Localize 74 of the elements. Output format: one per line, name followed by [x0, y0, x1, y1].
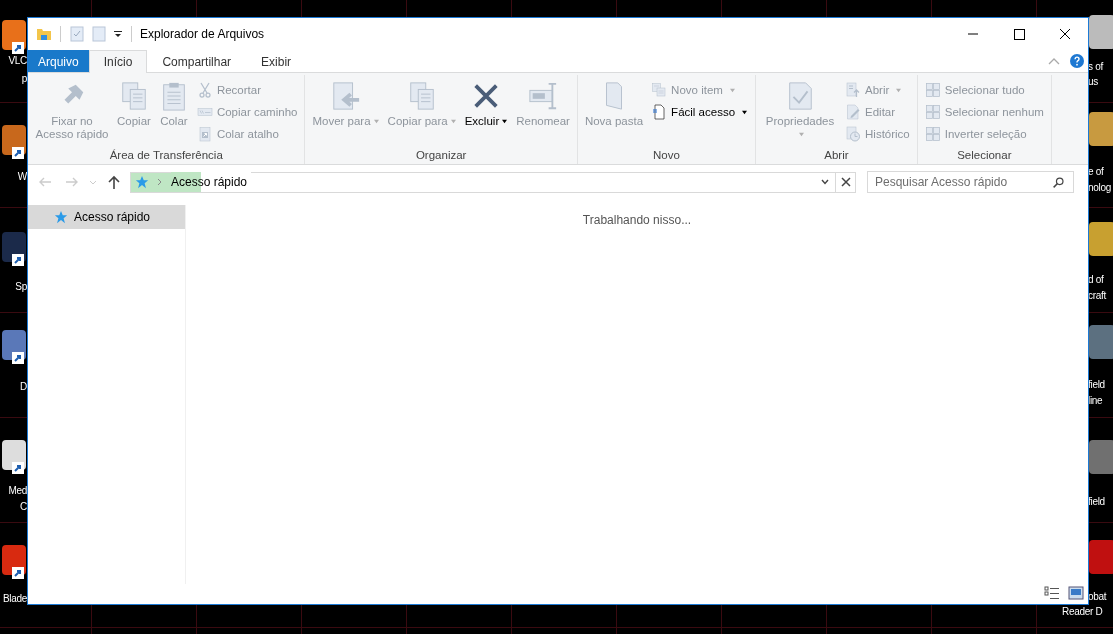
desktop-icon-label[interactable]: W: [17, 170, 27, 184]
ribbon-button[interactable]: Fácil acesso: [648, 101, 752, 123]
group-label: Abrir: [823, 149, 850, 163]
desktop-icon-label[interactable]: VLC: [8, 54, 27, 68]
address-field[interactable]: Acesso rápido: [130, 171, 836, 193]
ribbon-tab[interactable]: Compartilhar: [147, 50, 247, 72]
caret-icon: [797, 132, 805, 138]
desktop-icon-label[interactable]: D: [20, 380, 27, 394]
ribbon-tab[interactable]: Exibir: [246, 50, 307, 72]
desktop-icon-label[interactable]: us: [1088, 75, 1098, 89]
window-title: Explorador de Arquivos: [140, 27, 265, 41]
rename-icon: [528, 81, 559, 111]
checked-document-icon[interactable]: [69, 26, 85, 42]
desktop-icon-label[interactable]: line: [1088, 394, 1103, 408]
shortcut-app-icon[interactable]: [2, 20, 26, 54]
desktop-icon-label[interactable]: field: [1088, 378, 1105, 392]
caret-icon: [741, 109, 749, 115]
scissors-icon: [196, 82, 213, 98]
desktop-icon-label[interactable]: Sp: [15, 280, 27, 294]
status-message: Trabalhando nisso...: [582, 213, 692, 227]
desktop-icon-label[interactable]: Med: [8, 484, 27, 498]
document-icon: [651, 104, 668, 120]
desktop-icon-label[interactable]: C: [20, 500, 27, 514]
dropdown-icon[interactable]: [113, 29, 123, 39]
close-icon[interactable]: [835, 171, 856, 193]
desktop-icon-label[interactable]: p: [21, 72, 27, 86]
desktop-icon-label[interactable]: Blade: [2, 592, 27, 606]
collapse-ribbon-icon[interactable]: [1048, 57, 1060, 65]
group-label: Selecionar: [956, 149, 1013, 163]
folder-icon[interactable]: [36, 26, 52, 42]
caret-icon: [372, 119, 380, 125]
group-label: Área de Transferência: [108, 149, 224, 163]
desktop-icon-label[interactable]: field: [1088, 495, 1105, 509]
ribbon-tab[interactable]: Início: [88, 50, 148, 73]
caret-icon: [501, 119, 509, 125]
caret-icon: [895, 87, 903, 93]
shortcut-app-icon[interactable]: [2, 440, 26, 474]
folder-arrow-icon: [331, 81, 361, 111]
star-icon: [54, 210, 68, 224]
desktop-icon-label[interactable]: craft: [1088, 289, 1106, 303]
caret-icon: [728, 87, 736, 93]
group-label: Novo: [652, 149, 681, 163]
open-icon: [845, 82, 862, 98]
history-icon: [845, 126, 862, 142]
shortcut-app-icon[interactable]: [2, 232, 26, 266]
shortcut-app-icon[interactable]: [2, 125, 26, 159]
large-icons-view-icon[interactable]: [1068, 586, 1084, 600]
up-arrow-icon[interactable]: [106, 174, 122, 190]
ribbon-button[interactable]: Excluir: [461, 75, 512, 149]
shortcut-app-icon[interactable]: [2, 330, 26, 364]
desktop-icon-label[interactable]: obat: [1088, 590, 1107, 604]
caret-icon: [449, 119, 457, 125]
chevron-down-icon[interactable]: [820, 177, 830, 187]
grid-icon: [924, 104, 941, 120]
desktop-icon-label[interactable]: Reader D: [1062, 605, 1103, 619]
search-icon: [1052, 175, 1065, 189]
desktop-icon-label[interactable]: nolog: [1088, 181, 1111, 195]
path-text[interactable]: Acesso rápido: [171, 172, 252, 192]
shortcut-app-icon[interactable]: [2, 545, 26, 579]
details-view-icon[interactable]: [1044, 586, 1060, 600]
star-icon: [135, 175, 149, 189]
navigation-label: Acesso rápido: [74, 210, 151, 224]
help-icon[interactable]: [1070, 54, 1084, 68]
group-label: Organizar: [414, 149, 468, 163]
chevron-right-icon: [157, 178, 163, 186]
navigation-item[interactable]: Acesso rápido: [28, 205, 185, 229]
shortcut-icon: [196, 126, 213, 142]
edit-icon: [845, 104, 862, 120]
file-menu-tab[interactable]: Arquivo: [28, 50, 89, 72]
grid-icon: [924, 126, 941, 142]
grid-icon: [924, 82, 941, 98]
new-item-icon: [651, 82, 668, 98]
search-field[interactable]: Pesquisar Acesso rápido: [867, 171, 1074, 193]
desktop-icon-label[interactable]: s of: [1088, 60, 1103, 74]
